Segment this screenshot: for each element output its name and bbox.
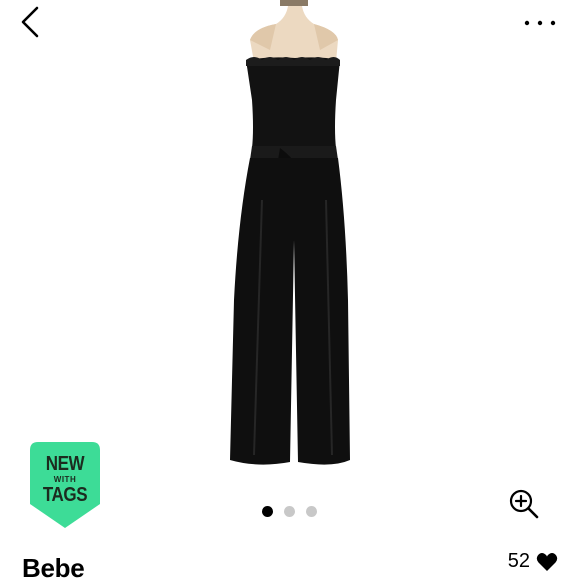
carousel-dot-3[interactable] xyxy=(306,506,317,517)
mannequin-cap xyxy=(280,0,308,6)
jumpsuit-bodice xyxy=(246,57,340,149)
carousel-indicator xyxy=(262,506,317,517)
carousel-dot-1[interactable] xyxy=(262,506,273,517)
back-button[interactable] xyxy=(14,4,48,40)
badge-line-with: WITH xyxy=(53,475,77,484)
zoom-button[interactable] xyxy=(508,488,540,520)
product-photo[interactable] xyxy=(150,0,440,490)
like-button[interactable]: 52 xyxy=(508,550,558,573)
more-horizontal-icon xyxy=(524,20,556,26)
new-with-tags-badge: NEW WITH TAGS xyxy=(30,442,100,528)
jumpsuit-waist-tie xyxy=(250,146,338,160)
chevron-left-icon xyxy=(21,6,39,38)
likes-count: 52 xyxy=(507,550,530,572)
badge-line-tags: TAGS xyxy=(42,484,88,506)
carousel-dot-2[interactable] xyxy=(284,506,295,517)
zoom-in-icon xyxy=(509,489,539,519)
more-options-button[interactable] xyxy=(520,10,560,36)
badge-line-new: NEW xyxy=(45,453,85,475)
brand-name[interactable]: Bebe xyxy=(22,553,85,580)
listing-screen: NEW WITH TAGS Bebe 52 xyxy=(0,0,580,580)
heart-icon xyxy=(536,552,558,571)
